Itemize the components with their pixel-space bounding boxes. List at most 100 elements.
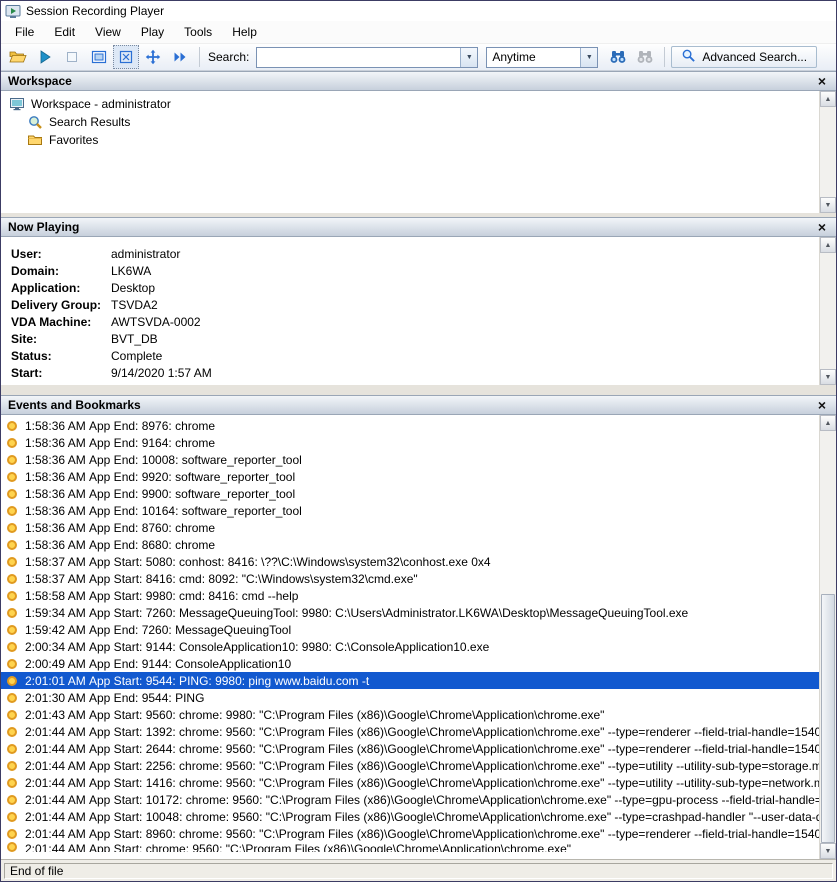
event-row[interactable]: 2:01:44 AMApp Start: 2256: chrome: 9560:… [1,757,819,774]
event-time: 1:58:58 AM [25,589,89,603]
event-row[interactable]: 2:01:44 AMApp Start: 1392: chrome: 9560:… [1,723,819,740]
tree-item[interactable]: Workspace - administrator [3,95,834,113]
now-playing-close-icon[interactable]: × [815,220,829,234]
bookmark-dot-icon [7,523,17,533]
event-text: App End: 9544: PING [89,691,819,705]
event-time: 2:00:49 AM [25,657,89,671]
event-row[interactable]: 1:58:36 AMApp End: 9900: software_report… [1,485,819,502]
property-row: Site:BVT_DB [11,330,836,347]
now-playing-properties: User:administratorDomain:LK6WAApplicatio… [11,245,836,381]
event-row[interactable]: 2:01:30 AMApp End: 9544: PING [1,689,819,706]
event-text: App End: 8760: chrome [89,521,819,535]
stop-button[interactable] [59,45,85,69]
event-row[interactable]: 1:58:36 AMApp End: 10164: software_repor… [1,502,819,519]
event-row[interactable]: 1:58:36 AMApp End: 10008: software_repor… [1,451,819,468]
scrollbar-thumb[interactable] [821,594,835,843]
event-text: App Start: 8416: cmd: 8092: "C:\Windows\… [89,572,819,586]
event-row[interactable]: 1:58:36 AMApp End: 9920: software_report… [1,468,819,485]
event-row[interactable]: 2:00:49 AMApp End: 9144: ConsoleApplicat… [1,655,819,672]
play-button[interactable] [32,45,58,69]
event-text: App End: 9164: chrome [89,436,819,450]
bookmark-dot-icon [7,455,17,465]
event-row[interactable]: 1:58:37 AMApp Start: 5080: conhost: 8416… [1,553,819,570]
pan-window-button[interactable] [140,45,166,69]
event-row[interactable]: 2:01:44 AMApp Start: 2644: chrome: 9560:… [1,740,819,757]
menu-play[interactable]: Play [131,21,174,43]
property-value: AWTSVDA-0002 [111,315,201,329]
scale-to-fit-icon [91,49,107,65]
event-time: 2:01:44 AM [25,793,89,807]
event-row[interactable]: 2:01:44 AMApp Start: chrome: 9560: "C:\P… [1,842,819,852]
event-row[interactable]: 1:58:36 AMApp End: 9164: chrome [1,434,819,451]
scroll-down-icon[interactable]: ▼ [820,197,836,213]
events-close-icon[interactable]: × [815,398,829,412]
menu-view[interactable]: View [85,21,131,43]
scroll-up-icon[interactable]: ▲ [820,415,836,431]
menu-edit[interactable]: Edit [44,21,85,43]
property-label: Delivery Group: [11,298,111,312]
event-row[interactable]: 2:00:34 AMApp Start: 9144: ConsoleApplic… [1,638,819,655]
scroll-up-icon[interactable]: ▲ [820,91,836,107]
workspace-body: Workspace - administrator Search ResultsF… [1,91,836,213]
tree-item[interactable]: Search Results [3,113,834,131]
open-button[interactable] [5,45,31,69]
event-time: 1:58:36 AM [25,419,89,433]
event-row[interactable]: 1:58:36 AMApp End: 8976: chrome [1,417,819,434]
event-time: 2:01:01 AM [25,674,89,688]
event-text: App Start: chrome: 9560: "C:\Program Fil… [89,842,819,852]
search-dropdown-arrow-icon[interactable]: ▼ [460,48,477,67]
time-filter-select[interactable]: Anytime ▼ [486,47,598,68]
tree-item[interactable]: Favorites [3,131,834,149]
event-text: App End: 9900: software_reporter_tool [89,487,819,501]
menu-help[interactable]: Help [222,21,267,43]
event-row[interactable]: 2:01:01 AMApp Start: 9544: PING: 9980: p… [1,672,819,689]
event-row[interactable]: 1:58:58 AMApp Start: 9980: cmd: 8416: cm… [1,587,819,604]
advanced-search-button[interactable]: Advanced Search... [671,46,817,68]
fast-forward-icon [172,49,188,65]
binoculars-icon [609,49,627,65]
menu-tools[interactable]: Tools [174,21,222,43]
workspace-close-icon[interactable]: × [815,74,829,88]
scroll-up-icon[interactable]: ▲ [820,237,836,253]
event-row[interactable]: 1:59:34 AMApp Start: 7260: MessageQueuin… [1,604,819,621]
event-row[interactable]: 2:01:44 AMApp Start: 10048: chrome: 9560… [1,808,819,825]
event-row[interactable]: 2:01:44 AMApp Start: 1416: chrome: 9560:… [1,774,819,791]
bookmark-dot-icon [7,676,17,686]
full-screen-button[interactable] [113,45,139,69]
event-row[interactable]: 2:01:43 AMApp Start: 9560: chrome: 9980:… [1,706,819,723]
event-row[interactable]: 1:58:36 AMApp End: 8680: chrome [1,536,819,553]
property-label: Application: [11,281,111,295]
workspace-scrollbar[interactable]: ▲ ▼ [819,91,836,213]
time-filter-dropdown-arrow-icon[interactable]: ▼ [580,48,597,67]
event-row[interactable]: 2:01:44 AMApp Start: 8960: chrome: 9560:… [1,825,819,842]
event-text: App End: 9144: ConsoleApplication10 [89,657,819,671]
toolbar-separator [664,47,665,67]
pan-arrows-icon [145,49,161,65]
event-row[interactable]: 2:01:44 AMApp Start: 10172: chrome: 9560… [1,791,819,808]
fast-review-button[interactable] [167,45,193,69]
event-row[interactable]: 1:59:42 AMApp End: 7260: MessageQueuingT… [1,621,819,638]
event-text: App Start: 1392: chrome: 9560: "C:\Progr… [89,725,819,739]
bookmark-dot-icon [7,608,17,618]
now-playing-scrollbar[interactable]: ▲ ▼ [819,237,836,385]
events-scrollbar[interactable]: ▲ ▼ [819,415,836,859]
workspace-icon [9,96,25,112]
scroll-down-icon[interactable]: ▼ [820,843,836,859]
scroll-down-icon[interactable]: ▼ [820,369,836,385]
event-text: App Start: 10172: chrome: 9560: "C:\Prog… [89,793,819,807]
search-down-button[interactable] [605,45,631,69]
event-row[interactable]: 1:58:37 AMApp Start: 8416: cmd: 8092: "C… [1,570,819,587]
full-screen-icon [118,49,134,65]
search-input[interactable]: ▼ [256,47,478,68]
tree-item-label: Workspace - administrator [31,97,171,111]
event-row[interactable]: 1:58:36 AMApp End: 8760: chrome [1,519,819,536]
menu-file[interactable]: File [5,21,44,43]
now-playing-panel-title: Now Playing [8,220,79,234]
scale-to-fit-button[interactable] [86,45,112,69]
event-time: 1:58:36 AM [25,487,89,501]
search-up-button[interactable] [632,45,658,69]
panel-splitter[interactable] [1,385,836,395]
property-value: BVT_DB [111,332,158,346]
title-bar[interactable]: Session Recording Player [1,1,836,21]
bookmark-dot-icon [7,540,17,550]
